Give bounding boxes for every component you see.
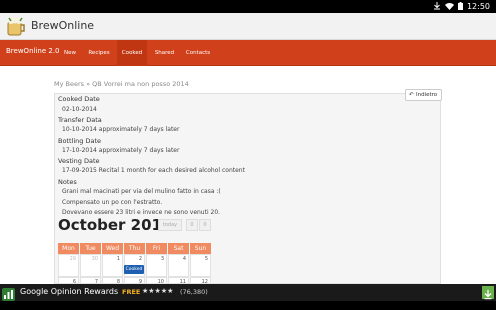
note-line: Compensato un po con l'estratto. <box>62 199 163 206</box>
nav-item-cooked[interactable]: Cooked <box>117 40 147 66</box>
vesting-date-label: Vesting Date <box>58 157 100 165</box>
weekday-wed: Wed <box>102 243 123 254</box>
download-button[interactable] <box>482 286 494 300</box>
calendar-event-cooked[interactable]: Cooked <box>124 265 144 274</box>
calendar-day[interactable]: 1 <box>102 254 123 277</box>
nav-brand[interactable]: BrewOnline 2.0 <box>6 47 60 55</box>
ad-price: FREE <box>122 288 141 296</box>
download-icon <box>433 1 441 12</box>
weekday-sun: Sun <box>190 243 211 254</box>
calendar-next-button[interactable]: 0 <box>199 219 211 231</box>
calendar-day[interactable]: 10 <box>146 277 167 285</box>
calendar-day[interactable]: 4 <box>168 254 189 277</box>
app-title: BrewOnline <box>31 19 95 32</box>
site-nav-bar: BrewOnline 2.0 New Recipes Cooked Shared… <box>0 40 496 66</box>
wifi-icon <box>444 2 454 12</box>
calendar-day[interactable]: 12 <box>190 277 211 285</box>
nav-item-shared[interactable]: Shared <box>152 40 177 66</box>
bottling-date-label: Bottling Date <box>58 137 101 145</box>
notes-label: Notes <box>58 178 77 186</box>
weekday-sat: Sat <box>168 243 189 254</box>
bottling-date-value: 17-10-2014 approximately 7 days later <box>62 147 180 154</box>
transfer-date-label: Transfer Data <box>58 116 102 124</box>
nav-item-recipes[interactable]: Recipes <box>87 40 111 66</box>
nav-item-new[interactable]: New <box>61 40 79 66</box>
ad-rating-count: (76,380) <box>180 288 208 296</box>
calendar-day[interactable]: 3 <box>146 254 167 277</box>
calendar-day[interactable]: 29 <box>58 254 79 277</box>
battery-icon <box>457 1 463 12</box>
opinion-rewards-app-icon <box>2 286 15 301</box>
status-icons: 12:50 <box>433 0 490 13</box>
system-navigation-bar <box>0 301 496 310</box>
page-content: My Beers » QB Vorrei ma non posso 2014 ↶… <box>0 66 496 285</box>
calendar-day[interactable]: 9 <box>124 277 145 285</box>
calendar-prev-button[interactable]: 0 <box>186 219 198 231</box>
weekday-tue: Tue <box>80 243 101 254</box>
rating-stars-icon: ★★★★★ <box>142 287 174 295</box>
back-arrow-icon: ↶ <box>409 92 414 98</box>
status-bar: 12:50 <box>0 0 496 13</box>
cooked-date-value: 02-10-2014 <box>62 106 97 113</box>
status-time: 12:50 <box>466 2 490 11</box>
calendar-day[interactable]: 7 <box>80 277 101 285</box>
nav-item-contacts[interactable]: Contacts <box>183 40 213 66</box>
app-action-bar: BrewOnline <box>0 13 496 40</box>
calendar-day[interactable]: 5 <box>190 254 211 277</box>
calendar-month-title: October 2014 <box>58 216 173 234</box>
ad-app-name: Google Opinion Rewards <box>20 287 119 296</box>
calendar-day[interactable]: 8 <box>102 277 123 285</box>
back-button[interactable]: ↶ Indietro <box>405 89 442 101</box>
note-line: Grani mal macinati per via del mulino fa… <box>62 188 221 195</box>
calendar-day[interactable]: 6 <box>58 277 79 285</box>
calendar-day[interactable]: 30 <box>80 254 101 277</box>
weekday-thu: Thu <box>124 243 145 254</box>
ad-banner[interactable]: Google Opinion Rewards FREE ★★★★★ (76,38… <box>0 284 496 301</box>
vesting-date-value: 17-09-2015 Recital 1 month for each desi… <box>62 167 245 174</box>
breadcrumb[interactable]: My Beers » QB Vorrei ma non posso 2014 <box>54 80 189 88</box>
weekday-mon: Mon <box>58 243 79 254</box>
calendar-day[interactable]: 11 <box>168 277 189 285</box>
weekday-fri: Fri <box>146 243 167 254</box>
calendar-today-button[interactable]: today <box>158 219 182 231</box>
cooked-date-label: Cooked Date <box>58 95 100 103</box>
note-line: Dovevano essere 23 litri e invece ne son… <box>62 209 221 216</box>
app-logo <box>5 16 27 37</box>
transfer-date-value: 10-10-2014 approximately 7 days later <box>62 126 180 133</box>
